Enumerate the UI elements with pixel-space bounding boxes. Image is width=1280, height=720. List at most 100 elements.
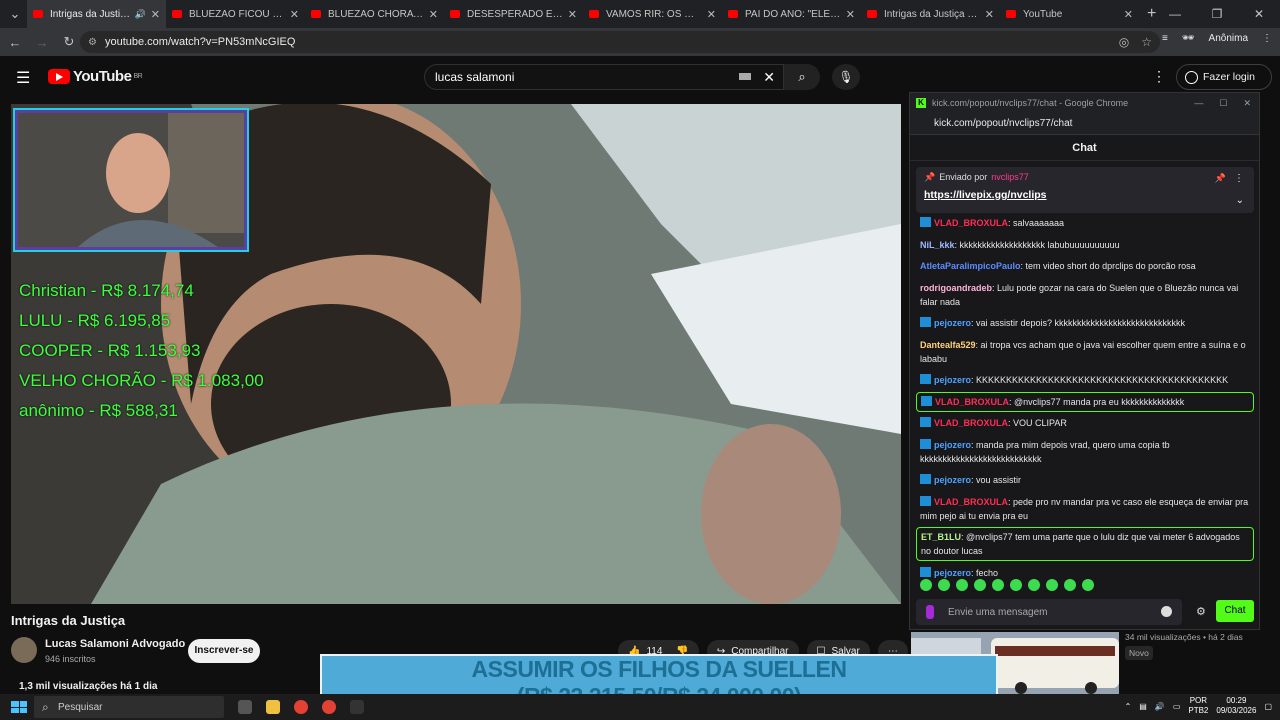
emote-icon[interactable] <box>1046 579 1058 591</box>
tab-3[interactable]: DESESPERADO E FALIDO ✕ <box>444 0 583 28</box>
chat-username[interactable]: NiL_kkk <box>920 240 955 250</box>
close-icon[interactable]: ✕ <box>1243 98 1251 109</box>
tab-7[interactable]: YouTube ✕ <box>1000 0 1139 28</box>
chrome-icon[interactable] <box>294 700 308 714</box>
chat-username[interactable]: VLAD_BROXULA <box>935 397 1009 407</box>
emote-icon[interactable] <box>956 579 968 591</box>
chat-message[interactable]: VLAD_BROXULA: @nvclips77 manda pra eu kk… <box>916 391 1254 412</box>
chat-username[interactable]: pejozero <box>934 318 971 328</box>
menu-icon[interactable]: ☰ <box>16 68 30 88</box>
reload-icon[interactable]: ↻ <box>57 34 81 50</box>
tab-6[interactable]: Intrigas da Justiça - YouT ✕ <box>861 0 1000 28</box>
emote-icon[interactable] <box>992 579 1004 591</box>
tab-1[interactable]: BLUEZAO FICOU EM CHC ✕ <box>166 0 305 28</box>
emote-icon[interactable] <box>1010 579 1022 591</box>
close-icon[interactable]: ✕ <box>290 8 299 21</box>
emote-icon[interactable] <box>1064 579 1076 591</box>
chat-message[interactable]: pejozero: vai assistir depois? kkkkkkkkk… <box>916 313 1254 333</box>
taskbar-search[interactable]: Pesquisar <box>34 696 224 718</box>
site-info-icon[interactable]: ⚙ <box>88 37 97 48</box>
emote-icon[interactable] <box>938 579 950 591</box>
chat-message[interactable]: VLAD_BROXULA: pede pro nv mandar pra vc … <box>916 492 1254 526</box>
emote-icon[interactable] <box>974 579 986 591</box>
youtube-logo[interactable]: YouTube BR <box>48 68 143 85</box>
chat-username[interactable]: AtletaParalimpicoPaulo <box>920 261 1021 271</box>
emote-icon[interactable] <box>1082 579 1094 591</box>
minimize-icon[interactable]: — <box>1194 98 1203 109</box>
keyboard-icon[interactable] <box>739 73 751 80</box>
unpin-icon[interactable]: 📌 <box>1215 173 1226 184</box>
channel-avatar[interactable] <box>11 637 37 663</box>
chat-message[interactable]: AtletaParalimpicoPaulo: tem video short … <box>916 256 1254 276</box>
pinned-message[interactable]: 📌 Enviado por nvclips77 https://livepix.gg… <box>916 167 1254 213</box>
url-field[interactable]: ⚙ youtube.com/watch?v=PN53mNcGIEQ ◎ ☆ <box>80 31 1160 53</box>
chat-message[interactable]: rodrigoandradeb: Lulu pode gozar na cara… <box>916 278 1254 312</box>
more-vertical-icon[interactable]: ⋮ <box>1234 173 1244 184</box>
chat-username[interactable]: pejozero <box>934 375 971 385</box>
browser-menu-icon[interactable]: ⋮ <box>1262 33 1272 44</box>
emoji-icon[interactable] <box>1161 606 1172 617</box>
chat-username[interactable]: Dantealfa529 <box>920 340 976 350</box>
mic-icon[interactable] <box>926 605 934 619</box>
video-player[interactable]: Christian - R$ 8.174,74 LULU - R$ 6.195,… <box>11 104 901 604</box>
bookmark-star-icon[interactable]: ☆ <box>1141 35 1152 49</box>
battery-icon[interactable]: ▭ <box>1173 702 1181 711</box>
profile-label[interactable]: Anônima <box>1209 33 1248 44</box>
file-explorer-icon[interactable] <box>266 700 280 714</box>
chat-username[interactable]: pejozero <box>934 475 971 485</box>
chat-message[interactable]: pejozero: manda pra mim depois vrad, que… <box>916 435 1254 469</box>
chat-input[interactable]: Envie uma mensagem <box>916 599 1182 625</box>
chat-message[interactable]: Dantealfa529: ai tropa vcs acham que o j… <box>916 335 1254 369</box>
windows-start-icon[interactable] <box>8 698 30 716</box>
close-icon[interactable]: ✕ <box>151 8 160 21</box>
chevron-up-icon[interactable]: ⌃ <box>1125 702 1132 711</box>
close-icon[interactable]: ✕ <box>707 8 716 21</box>
chat-username[interactable]: ET_B1LU <box>921 532 961 542</box>
chevron-down-icon[interactable]: ⌄ <box>1236 195 1244 206</box>
eye-off-icon[interactable]: ◎ <box>1119 35 1129 49</box>
forward-icon[interactable]: → <box>30 35 54 50</box>
app-icon[interactable] <box>350 700 364 714</box>
voice-search-button[interactable]: 🎙 <box>832 64 860 90</box>
chat-username[interactable]: VLAD_BROXULA <box>934 418 1008 428</box>
chat-message[interactable]: pejozero: vou assistir <box>916 470 1254 490</box>
search-button[interactable]: ⌕ <box>784 64 820 90</box>
minimize-icon[interactable]: — <box>1154 7 1196 21</box>
clock[interactable]: 00:29 09/03/2026 <box>1216 696 1256 716</box>
tab-2[interactable]: BLUEZAO CHORA EM LIV ✕ <box>305 0 444 28</box>
subscribe-button[interactable]: Inscrever-se <box>188 639 260 663</box>
restore-icon[interactable]: ❐ <box>1196 7 1238 21</box>
chat-message[interactable]: VLAD_BROXULA: salvaaaaaaa <box>916 213 1254 233</box>
maximize-icon[interactable]: ☐ <box>1219 98 1227 109</box>
close-icon[interactable]: ✕ <box>568 8 577 21</box>
network-icon[interactable]: ▤ <box>1139 702 1147 711</box>
volume-icon[interactable]: 🔊 <box>1155 702 1165 711</box>
channel-name[interactable]: Lucas Salamoni Advogado <box>45 638 185 650</box>
close-icon[interactable]: ✕ <box>429 8 438 21</box>
emote-icon[interactable] <box>1028 579 1040 591</box>
back-icon[interactable]: ← <box>3 35 27 50</box>
close-window-icon[interactable]: ✕ <box>1238 7 1280 21</box>
notification-icon[interactable]: ▢ <box>1264 702 1272 711</box>
close-icon[interactable]: ✕ <box>846 8 855 21</box>
chat-message[interactable]: VLAD_BROXULA: VOU CLIPAR <box>916 413 1254 433</box>
chat-message[interactable]: NiL_kkk: kkkkkkkkkkkkkkkkkkk labubuuuuuu… <box>916 235 1254 255</box>
search-input[interactable]: lucas salamoni ✕ <box>424 64 784 90</box>
pinned-link[interactable]: https://livepix.gg/nvclips <box>924 189 1246 201</box>
speaker-icon[interactable]: 🔊 <box>135 9 146 20</box>
chat-username[interactable]: VLAD_BROXULA <box>934 218 1008 228</box>
close-icon[interactable]: ✕ <box>1124 8 1133 21</box>
clear-icon[interactable]: ✕ <box>763 69 775 86</box>
tab-0[interactable]: Intrigas da Justiça - Y🔊 ✕ <box>27 0 166 28</box>
reading-list-icon[interactable]: ≡ <box>1162 33 1168 44</box>
chat-settings-icon[interactable]: ⚙ <box>1196 605 1206 618</box>
tab-4[interactable]: VAMOS RIR: OS MELHOR ✕ <box>583 0 722 28</box>
login-button[interactable]: Fazer login <box>1176 64 1272 90</box>
task-view-icon[interactable] <box>238 700 252 714</box>
emote-icon[interactable] <box>920 579 932 591</box>
send-chat-button[interactable]: Chat <box>1216 600 1254 622</box>
close-icon[interactable]: ✕ <box>985 8 994 21</box>
chat-username[interactable]: rodrigoandradeb <box>920 283 992 293</box>
tab-list-button[interactable]: ⌄ <box>3 6 27 22</box>
tab-5[interactable]: PAI DO ANO: "ELE É MIN ✕ <box>722 0 861 28</box>
